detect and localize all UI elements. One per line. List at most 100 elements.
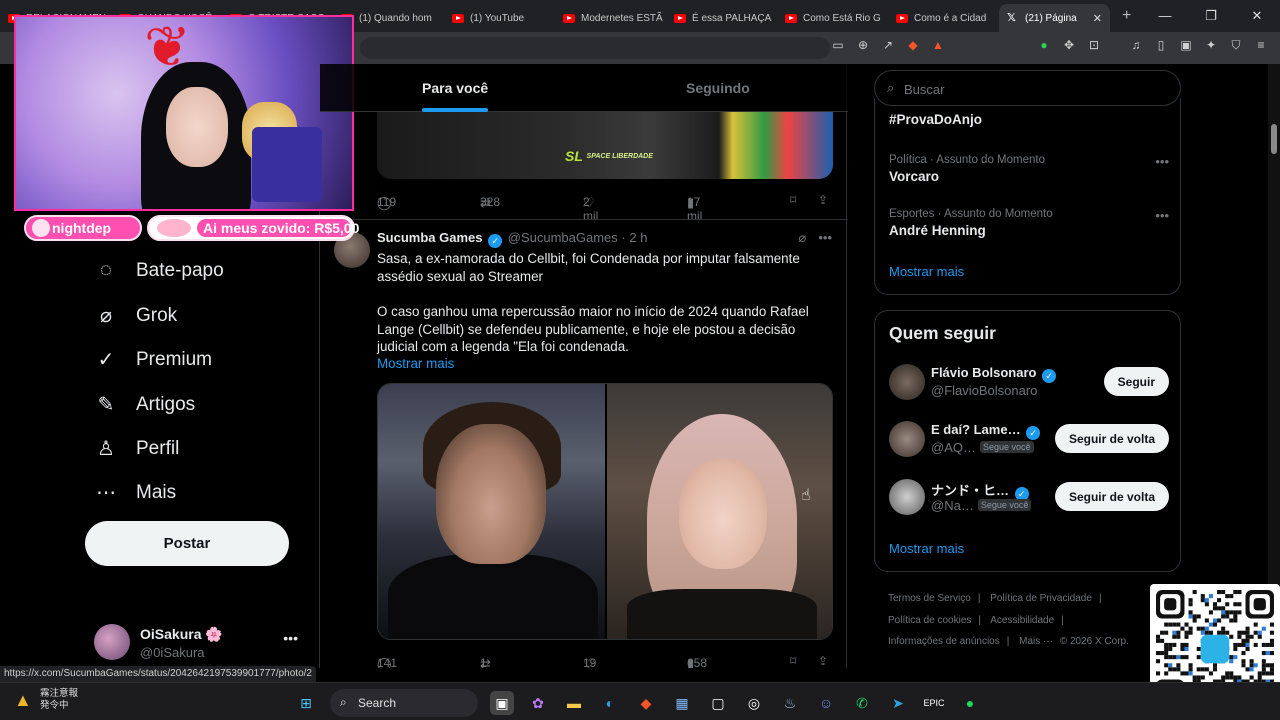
tweet-divider [320,219,848,220]
edge-icon[interactable]: ◐ [598,691,622,715]
whatsapp-icon[interactable]: ✆ [850,691,874,715]
browser-tab[interactable]: Como Está Rio G [777,4,888,32]
trend-item[interactable]: Esportes · Assunto do Momento André Henn… [889,208,1169,238]
extension-status-icon[interactable]: ● [1037,38,1051,52]
browser-tab[interactable]: Modernetes ESTÃ [555,4,666,32]
task-view-icon[interactable]: ▣ [490,691,514,715]
follow-back-button[interactable]: Seguir de volta [1054,482,1169,511]
footer-link[interactable]: Política de cookies [888,615,971,626]
trends-show-more[interactable]: Mostrar mais [889,264,964,279]
windows-start-icon[interactable]: ⊞ [294,691,318,715]
footer-link[interactable]: Termos de Serviço [888,593,971,604]
discord-icon[interactable]: ☺ [814,691,838,715]
status-bar-url: https://x.com/SucumbaGames/status/204264… [0,666,316,682]
extensions-icon[interactable]: ✥ [1062,38,1076,52]
more-dots-icon[interactable]: ••• [818,230,832,246]
follow-show-more[interactable]: Mostrar mais [889,541,964,556]
telegram-icon[interactable]: ➤ [886,691,910,715]
new-tab-button[interactable]: + [1122,7,1131,25]
file-explorer-icon[interactable]: ▬ [562,691,586,715]
browser-tab[interactable]: 𝕏 (21) Página ✕ [999,4,1110,32]
steam-icon[interactable]: ♨ [778,691,802,715]
taskbar-search[interactable]: ⌕ Search [330,689,478,717]
show-more-link[interactable]: Mostrar mais [377,356,454,371]
more-dots-icon[interactable]: ••• [283,630,298,646]
mascot-icon [32,219,50,237]
nav-item-premium[interactable]: ✓ Premium [94,347,212,372]
overlay-donation-alert: Ai meus zovido: R$5,00 [147,215,359,241]
share-icon[interactable]: ↗ [881,38,895,52]
screenshot-icon[interactable]: ⊡ [1087,38,1101,52]
bookmark-icon[interactable]: ⌑ [790,193,796,207]
nav-item-artigos[interactable]: ✎ Artigos [94,392,196,417]
avatar [889,479,925,515]
sidebar-icon[interactable]: ▯ [1154,38,1168,52]
trend-item[interactable]: Política · Assunto do Momento Vorcaro ••… [889,154,1169,184]
browser-tab[interactable]: É essa PALHAÇA [666,4,777,32]
spotify-icon[interactable]: ● [958,691,982,715]
trend-item[interactable]: #ProvaDoAnjo [889,112,1169,127]
store-icon[interactable]: ▦ [670,691,694,715]
bookmark-icon[interactable]: ⌑ [790,654,796,668]
follow-button[interactable]: Seguir [1103,367,1169,396]
footer-link[interactable]: Informações de anúncios [888,636,1000,647]
browser-tab[interactable]: Como é a Cidad [888,4,999,32]
account-name: OiSakura 🌸 [140,626,223,642]
tweet-author-name[interactable]: Sucumba Games [377,230,483,245]
nav-item-perfil[interactable]: ♙ Perfil [94,436,179,461]
grok-icon: ⌀ [99,305,113,327]
page-scrollbar[interactable] [1268,64,1280,668]
nav-item-mais[interactable]: ⋯ Mais [94,480,176,505]
follow-suggestion[interactable]: ナンド・ヒ… ✓ @Na… Segue você Seguir de volta [889,479,1169,519]
brave-rewards-icon[interactable]: ▲ [931,38,945,52]
close-window-icon[interactable]: ✕ [1234,0,1280,32]
app-icon[interactable]: ▢ [706,691,730,715]
leo-ai-icon[interactable]: ✦ [1204,38,1218,52]
footer-link[interactable]: Acessibilidade [990,615,1054,626]
donation-alert-text: Ai meus zovido: R$5,00 [197,219,359,237]
epic-games-icon[interactable]: EPIC [922,691,946,715]
obs-icon[interactable]: ◎ [742,691,766,715]
weather-line-2: 発令中 [40,700,69,711]
brave-icon[interactable]: ◆ [634,691,658,715]
follow-suggestion[interactable]: E daí? Lame… ✓ @AQ… Segue você Seguir de … [889,421,1169,461]
address-bar[interactable] [360,37,830,59]
zoom-icon[interactable]: ⊕ [856,38,870,52]
footer-link[interactable]: Mais ··· [1019,636,1053,647]
more-dots-icon[interactable]: ••• [1155,154,1169,169]
tweet-author-handle[interactable]: @SucumbaGames [508,230,618,245]
account-switcher[interactable]: OiSakura 🌸 @0iSakura ••• [94,624,304,664]
more-dots-icon[interactable]: ••• [1155,208,1169,223]
weather-widget[interactable]: ▲ 霧注意報 発令中 [14,688,78,712]
avatar [889,421,925,457]
close-tab-icon[interactable]: ✕ [1093,12,1102,25]
follow-back-button[interactable]: Seguir de volta [1054,424,1169,453]
footer-link[interactable]: Política de Privacidade [990,593,1092,604]
premium-icon: ✓ [97,349,115,371]
copilot-icon[interactable]: ✿ [526,691,550,715]
screencast-icon[interactable]: ▭ [831,38,845,52]
restore-icon[interactable]: ❐ [1188,0,1234,32]
nav-item-bate-papo[interactable]: ◌ Bate-papo [94,259,224,282]
wallet-icon[interactable]: ▣ [1179,38,1193,52]
nav-item-label: Mais [136,481,177,503]
share-icon[interactable]: ⇪ [818,193,828,207]
tab-seguindo[interactable]: Seguindo [686,80,750,96]
music-icon[interactable]: ♫ [1129,38,1143,52]
follow-suggestion[interactable]: Flávio Bolsonaro ✓ @FlavioBolsonaro Segu… [889,364,1169,404]
grok-icon[interactable]: ⌀ [799,230,807,246]
tweet-photo-1[interactable] [378,384,605,639]
tweet-time[interactable]: · 2 h [621,230,647,245]
tweet-header: Sucumba Games ✓ @SucumbaGames · 2 h [377,230,647,248]
browser-tab[interactable]: (1) YouTube [444,4,555,32]
brave-shields-icon[interactable]: ◆ [906,38,920,52]
tab-para-voce[interactable]: Para você [422,80,489,112]
post-button[interactable]: Postar [85,521,289,566]
menu-icon[interactable]: ≡ [1254,38,1268,52]
share-icon[interactable]: ⇪ [818,654,828,668]
tweet-photo-2[interactable] [607,384,832,639]
previous-tweet-media[interactable]: SL SPACE LIBERDADE [377,112,833,179]
nav-item-grok[interactable]: ⌀ Grok [94,303,177,328]
vpn-icon[interactable]: ⛉ [1229,38,1243,52]
minimize-icon[interactable]: — [1142,0,1188,32]
